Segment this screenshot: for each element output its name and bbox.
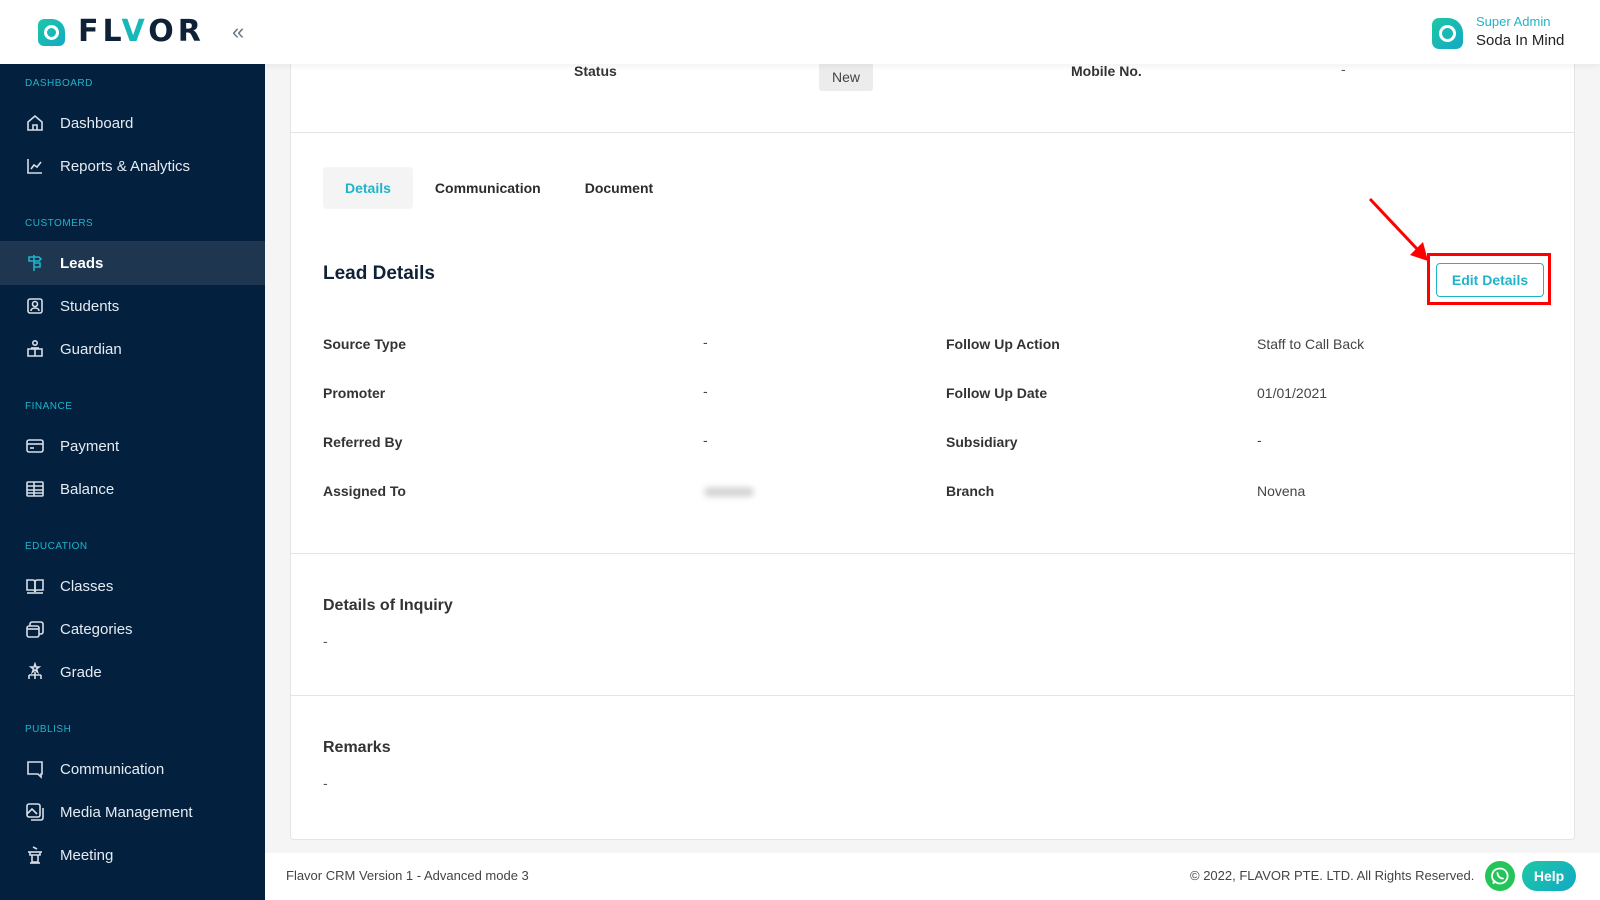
chat-icon bbox=[25, 759, 45, 779]
lead-details-title: Lead Details bbox=[323, 263, 435, 284]
sidebar-item-label: Meeting bbox=[60, 846, 114, 864]
section-education: EDUCATION bbox=[25, 541, 88, 552]
status-label: Status bbox=[574, 63, 617, 79]
section-customers: CUSTOMERS bbox=[25, 218, 94, 229]
copyright-text: © 2022, FLAVOR PTE. LTD. All Rights Rese… bbox=[1190, 868, 1475, 883]
sidebar-item-classes[interactable]: Classes bbox=[0, 564, 265, 608]
field-value-branch: Novena bbox=[1257, 483, 1306, 499]
sidebar-item-reports[interactable]: Reports & Analytics bbox=[0, 144, 265, 188]
id-badge-icon bbox=[25, 296, 45, 316]
status-badge: New bbox=[819, 63, 873, 91]
layers-icon bbox=[25, 619, 45, 639]
annotation-arrow-icon bbox=[1368, 197, 1428, 261]
divider bbox=[291, 132, 1574, 133]
sidebar-item-label: Students bbox=[60, 297, 120, 315]
sidebar-item-label: Classes bbox=[60, 577, 114, 595]
edit-details-button[interactable]: Edit Details bbox=[1436, 263, 1544, 297]
sidebar-item-label: Reports & Analytics bbox=[60, 157, 191, 175]
guardian-icon bbox=[25, 339, 45, 359]
section-finance: FINANCE bbox=[25, 401, 73, 412]
credit-card-icon bbox=[25, 436, 45, 456]
divider bbox=[291, 553, 1574, 554]
sidebar-item-label: Media Management bbox=[60, 803, 193, 821]
hierarchy-icon bbox=[25, 662, 45, 682]
sidebar-item-balance[interactable]: Balance bbox=[0, 467, 265, 511]
top-header: FLVOR « Super Admin Soda In Mind bbox=[0, 0, 1600, 64]
user-name: Soda In Mind bbox=[1476, 32, 1565, 49]
section-publish: PUBLISH bbox=[25, 724, 72, 735]
sidebar-item-payment[interactable]: Payment bbox=[0, 424, 265, 468]
podium-icon bbox=[25, 845, 45, 865]
whatsapp-button[interactable] bbox=[1485, 861, 1515, 891]
brand-name: FLVOR bbox=[78, 14, 205, 49]
collapse-sidebar-icon[interactable]: « bbox=[232, 20, 244, 44]
field-label-promoter: Promoter bbox=[323, 385, 386, 401]
user-menu[interactable]: Super Admin Soda In Mind bbox=[1432, 14, 1564, 52]
sidebar-item-media-management[interactable]: Media Management bbox=[0, 790, 265, 834]
sidebar-item-label: Leads bbox=[60, 254, 104, 272]
lead-card: Status New Mobile No. - Details Communic… bbox=[290, 40, 1575, 840]
signpost-icon bbox=[25, 253, 45, 273]
divider bbox=[291, 695, 1574, 696]
chart-line-icon bbox=[25, 156, 45, 176]
remarks-title: Remarks bbox=[323, 739, 391, 756]
sidebar-item-students[interactable]: Students bbox=[0, 284, 265, 328]
field-label-subsidiary: Subsidiary bbox=[946, 434, 1018, 450]
field-label-source-type: Source Type bbox=[323, 336, 406, 352]
tab-details[interactable]: Details bbox=[323, 167, 413, 209]
whatsapp-icon bbox=[1491, 867, 1509, 885]
sidebar-item-label: Guardian bbox=[60, 340, 122, 358]
sidebar: DASHBOARD Dashboard Reports & Analytics … bbox=[0, 64, 265, 900]
tab-communication[interactable]: Communication bbox=[413, 167, 563, 209]
field-label-branch: Branch bbox=[946, 483, 995, 499]
sidebar-item-label: Dashboard bbox=[60, 114, 134, 132]
brand-logo[interactable]: FLVOR bbox=[38, 17, 205, 47]
field-value-subsidiary: - bbox=[1257, 432, 1262, 448]
sidebar-item-label: Balance bbox=[60, 480, 115, 498]
field-label-assigned-to: Assigned To bbox=[323, 483, 406, 499]
help-button[interactable]: Help bbox=[1522, 861, 1576, 891]
ledger-icon bbox=[25, 479, 45, 499]
sidebar-item-leads[interactable]: Leads bbox=[0, 241, 265, 285]
remarks-value: - bbox=[323, 775, 328, 791]
sidebar-item-grade[interactable]: Grade bbox=[0, 650, 265, 694]
book-icon bbox=[25, 576, 45, 596]
field-value-follow-up-action: Staff to Call Back bbox=[1257, 336, 1365, 352]
tab-document[interactable]: Document bbox=[563, 167, 675, 209]
field-value-promoter: - bbox=[703, 383, 708, 399]
mobile-label: Mobile No. bbox=[1071, 63, 1142, 79]
sidebar-item-communication[interactable]: Communication bbox=[0, 747, 265, 791]
sidebar-item-dashboard[interactable]: Dashboard bbox=[0, 101, 265, 145]
logo-mark-icon bbox=[38, 18, 65, 46]
sidebar-item-meeting[interactable]: Meeting bbox=[0, 833, 265, 877]
sidebar-item-label: Communication bbox=[60, 760, 165, 778]
image-icon bbox=[25, 802, 45, 822]
sidebar-item-label: Payment bbox=[60, 437, 120, 455]
field-value-follow-up-date: 01/01/2021 bbox=[1257, 385, 1328, 401]
field-label-follow-up-date: Follow Up Date bbox=[946, 385, 1048, 401]
user-role: Super Admin bbox=[1476, 14, 1551, 29]
tab-bar: Details Communication Document bbox=[323, 167, 675, 209]
section-dashboard: DASHBOARD bbox=[25, 78, 93, 89]
inquiry-title: Details of Inquiry bbox=[323, 597, 453, 614]
version-text: Flavor CRM Version 1 - Advanced mode 3 bbox=[286, 868, 529, 883]
sidebar-item-label: Categories bbox=[60, 620, 133, 638]
footer: Flavor CRM Version 1 - Advanced mode 3 ©… bbox=[265, 853, 1600, 900]
field-value-assigned-to bbox=[704, 487, 754, 497]
sidebar-item-label: Grade bbox=[60, 663, 102, 681]
field-label-referred-by: Referred By bbox=[323, 434, 403, 450]
home-icon bbox=[25, 113, 45, 133]
sidebar-item-categories[interactable]: Categories bbox=[0, 607, 265, 651]
field-label-follow-up-action: Follow Up Action bbox=[946, 336, 1060, 352]
inquiry-value: - bbox=[323, 633, 328, 649]
field-value-referred-by: - bbox=[703, 432, 708, 448]
field-value-source-type: - bbox=[703, 334, 708, 350]
avatar bbox=[1432, 17, 1463, 49]
sidebar-item-guardian[interactable]: Guardian bbox=[0, 327, 265, 371]
